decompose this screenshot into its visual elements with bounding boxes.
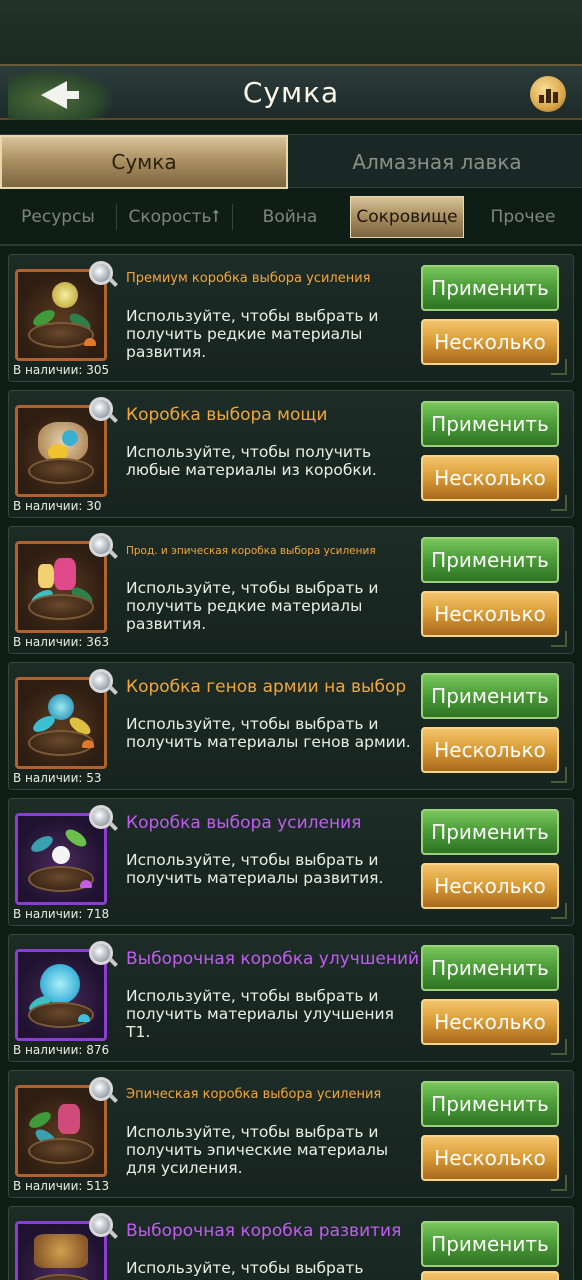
multiple-button[interactable]: Несколько bbox=[421, 727, 559, 773]
multiple-button[interactable]: Несколько bbox=[421, 1135, 559, 1181]
page-title: Сумка bbox=[242, 76, 340, 109]
item-description: Используйте, чтобы выбрать и получить ре… bbox=[126, 579, 379, 633]
item-list[interactable]: В наличии: 305 Премиум коробка выбора ус… bbox=[0, 246, 582, 1280]
list-item: В наличии: 305 Премиум коробка выбора ус… bbox=[8, 254, 574, 382]
multiple-button[interactable]: Несколько bbox=[421, 1271, 559, 1280]
stats-button[interactable] bbox=[530, 76, 566, 112]
bar-chart-icon bbox=[552, 92, 558, 103]
magnifier-icon[interactable] bbox=[89, 1213, 113, 1237]
item-description: Используйте, чтобы выбрать bbox=[126, 1259, 364, 1277]
item-title: Коробка выбора мощи bbox=[126, 405, 328, 425]
magnifier-icon[interactable] bbox=[89, 805, 113, 829]
magnifier-icon[interactable] bbox=[89, 533, 113, 557]
item-description: Используйте, чтобы выбрать и получить эп… bbox=[126, 1123, 389, 1177]
list-item: В наличии: 513 Эпическая коробка выбора … bbox=[8, 1070, 574, 1198]
list-item: В наличии: 876 Выборочная коробка улучше… bbox=[8, 934, 574, 1062]
header-bar: Сумка bbox=[0, 64, 582, 120]
list-item: В наличии: 53 Коробка генов армии на выб… bbox=[8, 662, 574, 790]
tab-speed[interactable]: Скорость⭡ bbox=[118, 196, 230, 238]
magnifier-icon[interactable] bbox=[89, 261, 113, 285]
multiple-button[interactable]: Несколько bbox=[421, 319, 559, 365]
apply-button[interactable]: Применить bbox=[421, 945, 559, 991]
item-description: Используйте, чтобы выбрать и получить ма… bbox=[126, 851, 384, 887]
tab-bag[interactable]: Сумка bbox=[0, 135, 288, 189]
item-title: Премиум коробка выбора усиления bbox=[126, 271, 371, 286]
magnifier-icon[interactable] bbox=[89, 941, 113, 965]
apply-button[interactable]: Применить bbox=[421, 537, 559, 583]
item-title: Выборочная коробка развития bbox=[126, 1221, 402, 1241]
apply-button[interactable]: Применить bbox=[421, 1081, 559, 1127]
stock-count: В наличии: 718 bbox=[13, 907, 110, 921]
tab-resources[interactable]: Ресурсы bbox=[4, 196, 112, 238]
item-title: Коробка выбора усиления bbox=[126, 813, 362, 833]
stock-count: В наличии: 363 bbox=[13, 635, 110, 649]
stock-count: В наличии: 305 bbox=[13, 363, 110, 377]
item-title: Выборочная коробка улучшений bbox=[126, 949, 420, 969]
apply-button[interactable]: Применить bbox=[421, 401, 559, 447]
bar-chart-icon bbox=[538, 95, 544, 103]
tab-diamond-shop[interactable]: Алмазная лавка bbox=[292, 135, 582, 189]
apply-button[interactable]: Применить bbox=[421, 265, 559, 311]
multiple-button[interactable]: Несколько bbox=[421, 863, 559, 909]
multiple-button[interactable]: Несколько bbox=[421, 591, 559, 637]
list-item: В наличии: 718 Коробка выбора усиления И… bbox=[8, 798, 574, 926]
item-title: Эпическая коробка выбора усиления bbox=[126, 1087, 382, 1102]
apply-button[interactable]: Применить bbox=[421, 1221, 559, 1267]
stock-count: В наличии: 876 bbox=[13, 1043, 110, 1057]
magnifier-icon[interactable] bbox=[89, 397, 113, 421]
tab-treasure[interactable]: Сокровище bbox=[350, 196, 464, 238]
item-description: Используйте, чтобы получить любые матери… bbox=[126, 443, 377, 479]
item-description: Используйте, чтобы выбрать и получить ма… bbox=[126, 715, 411, 751]
item-title: Коробка генов армии на выбор bbox=[126, 677, 407, 697]
status-bar-area bbox=[0, 0, 582, 64]
tab-war[interactable]: Война bbox=[234, 196, 346, 238]
magnifier-icon[interactable] bbox=[89, 1077, 113, 1101]
main-tabs: Сумка Алмазная лавка bbox=[0, 134, 582, 189]
multiple-button[interactable]: Несколько bbox=[421, 999, 559, 1045]
item-title: Прод. и эпическая коробка выбора усилени… bbox=[126, 545, 376, 557]
sub-tabs: Ресурсы Скорость⭡ Война Сокровище Прочее bbox=[0, 196, 582, 240]
tab-other[interactable]: Прочее bbox=[468, 196, 578, 238]
tab-divider bbox=[116, 204, 117, 230]
apply-button[interactable]: Применить bbox=[421, 673, 559, 719]
list-item: В наличии: 363 Прод. и эпическая коробка… bbox=[8, 526, 574, 654]
bar-chart-icon bbox=[545, 89, 551, 103]
stock-count: В наличии: 30 bbox=[13, 499, 102, 513]
item-description: Используйте, чтобы выбрать и получить ма… bbox=[126, 987, 394, 1041]
item-description: Используйте, чтобы выбрать и получить ре… bbox=[126, 307, 379, 361]
tab-divider bbox=[232, 204, 233, 230]
apply-button[interactable]: Применить bbox=[421, 809, 559, 855]
stock-count: В наличии: 513 bbox=[13, 1179, 110, 1193]
multiple-button[interactable]: Несколько bbox=[421, 455, 559, 501]
list-item: Выборочная коробка развития Используйте,… bbox=[8, 1206, 574, 1280]
list-item: В наличии: 30 Коробка выбора мощи Исполь… bbox=[8, 390, 574, 518]
stock-count: В наличии: 53 bbox=[13, 771, 102, 785]
magnifier-icon[interactable] bbox=[89, 669, 113, 693]
